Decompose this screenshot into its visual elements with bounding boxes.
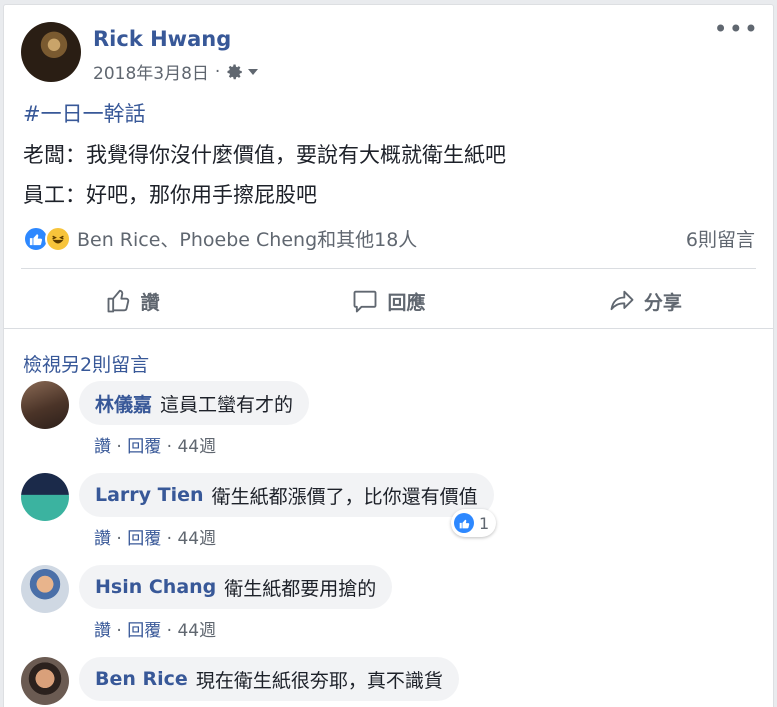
commenter-name[interactable]: 林儀嘉 bbox=[95, 390, 152, 417]
like-icon bbox=[454, 513, 474, 533]
comment-reply-link[interactable]: 回覆 bbox=[127, 621, 161, 641]
comment-like-link[interactable]: 讚 bbox=[94, 529, 111, 549]
post-text-line: 員工：好吧，那你用手擦屁股吧 bbox=[23, 183, 317, 207]
author-name[interactable]: Rick Hwang bbox=[93, 27, 231, 51]
comment-like-link[interactable]: 讚 bbox=[94, 621, 111, 641]
share-button[interactable]: 分享 bbox=[517, 279, 773, 323]
comment-count[interactable]: 6則留言 bbox=[686, 225, 755, 252]
comment-reply-link[interactable]: 回覆 bbox=[127, 529, 161, 549]
post-date[interactable]: 2018年3月8日 bbox=[93, 59, 209, 84]
comment-meta: 讚 · 回覆 · 44週 bbox=[94, 616, 216, 641]
chevron-down-icon bbox=[248, 68, 259, 75]
commenter-name[interactable]: Larry Tien bbox=[95, 484, 204, 506]
comment-reply-link[interactable]: 回覆 bbox=[127, 437, 161, 457]
comment-icon bbox=[354, 290, 377, 313]
like-label: 讚 bbox=[140, 291, 160, 314]
haha-icon bbox=[45, 225, 71, 252]
post-card: Rick Hwang 2018年3月8日 · ••• #一日一幹話 老闆：我覺得… bbox=[3, 4, 774, 707]
comment-bubble: Hsin Chang 衛生紙都要用搶的 bbox=[79, 565, 393, 609]
comment-like-link[interactable]: 讚 bbox=[94, 437, 111, 457]
reaction-icons bbox=[23, 225, 71, 252]
comment-text: 這員工蠻有才的 bbox=[160, 393, 294, 416]
commenter-avatar[interactable] bbox=[21, 657, 69, 705]
view-more-comments-link[interactable]: 檢視另2則留言 bbox=[23, 350, 149, 377]
meta-separator: · bbox=[111, 437, 128, 457]
comment-time[interactable]: 44週 bbox=[177, 621, 216, 641]
comment-time[interactable]: 44週 bbox=[177, 529, 216, 549]
comment-meta: 讚 · 回覆 · 44週 bbox=[94, 524, 216, 549]
comment-text: 衛生紙都要用搶的 bbox=[224, 577, 377, 600]
meta-separator: · bbox=[161, 437, 178, 457]
post-actions-bar: 讚 回應 分享 bbox=[4, 279, 773, 323]
share-icon bbox=[610, 290, 634, 311]
date-separator: · bbox=[214, 61, 221, 82]
like-button[interactable]: 讚 bbox=[4, 279, 260, 323]
share-label: 分享 bbox=[643, 291, 682, 314]
comment-time[interactable]: 44週 bbox=[177, 437, 216, 457]
meta-separator: · bbox=[161, 621, 178, 641]
meta-separator: · bbox=[111, 529, 128, 549]
commenter-avatar[interactable] bbox=[21, 565, 69, 613]
comment-meta: 讚 · 回覆 · 44週 bbox=[94, 432, 216, 457]
comment-like-count: 1 bbox=[479, 513, 490, 533]
commenter-avatar[interactable] bbox=[21, 381, 69, 429]
reactions-text: Ben Rice、Phoebe Cheng和其他18人 bbox=[77, 229, 418, 251]
comment-label: 回應 bbox=[387, 291, 426, 314]
reactions-summary[interactable]: Ben Rice、Phoebe Cheng和其他18人 bbox=[23, 225, 417, 252]
commenter-avatar[interactable] bbox=[21, 473, 69, 521]
comment-text: 衛生紙都漲價了，比你還有價值 bbox=[211, 485, 478, 508]
meta-separator: · bbox=[111, 621, 128, 641]
comment-reaction-badge[interactable]: 1 bbox=[451, 509, 497, 537]
thumbs-up-icon bbox=[107, 289, 129, 313]
comment-text: 現在衛生紙很夯耶，真不識貨 bbox=[195, 669, 443, 692]
meta-separator: · bbox=[161, 529, 178, 549]
more-options-icon[interactable]: ••• bbox=[714, 17, 759, 41]
author-avatar[interactable] bbox=[21, 22, 81, 82]
commenter-name[interactable]: Ben Rice bbox=[95, 668, 188, 690]
post-meta: 2018年3月8日 · bbox=[93, 59, 259, 84]
post-text-line: 老闆：我覺得你沒什麼價值，要說有大概就衛生紙吧 bbox=[23, 143, 506, 167]
comment-button[interactable]: 回應 bbox=[260, 279, 516, 323]
divider bbox=[4, 328, 773, 329]
commenter-name[interactable]: Hsin Chang bbox=[95, 576, 216, 598]
privacy-settings-icon[interactable] bbox=[226, 63, 259, 81]
comment-bubble: Ben Rice 現在衛生紙很夯耶，真不識貨 bbox=[79, 657, 459, 701]
comment-bubble: Larry Tien 衛生紙都漲價了，比你還有價值 bbox=[79, 473, 494, 517]
post-hashtag[interactable]: #一日一幹話 bbox=[23, 98, 146, 128]
comment-bubble: 林儀嘉 這員工蠻有才的 bbox=[79, 381, 310, 425]
divider bbox=[21, 268, 756, 269]
